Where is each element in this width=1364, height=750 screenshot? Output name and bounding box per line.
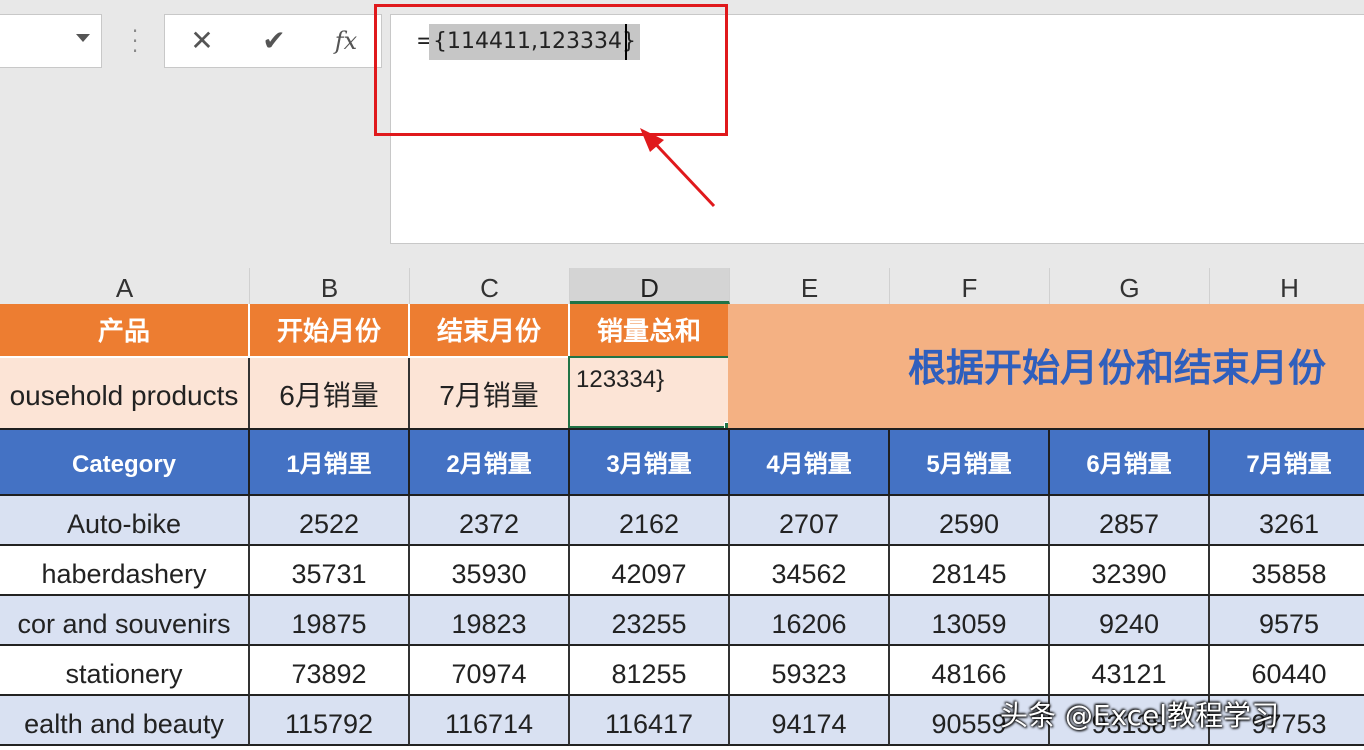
table-cell[interactable]: 35930 (410, 546, 570, 596)
watermark: 头条 @Excel教程学习 (1000, 699, 1280, 732)
table-cell[interactable]: stationery (0, 646, 250, 696)
column-header-d[interactable]: D (570, 268, 730, 304)
table-cell[interactable]: 2857 (1050, 496, 1210, 546)
table-cell[interactable]: 9575 (1210, 596, 1364, 646)
table-cell[interactable]: haberdashery (0, 546, 250, 596)
table-cell[interactable]: 2162 (570, 496, 730, 546)
column-header-c[interactable]: C (410, 268, 570, 304)
table-header-cell[interactable]: 4月销量 (730, 428, 890, 496)
table-cell[interactable]: cor and souvenirs (0, 596, 250, 646)
table-cell[interactable]: 115792 (250, 696, 410, 746)
table-cell[interactable]: 43121 (1050, 646, 1210, 696)
cell-sales-sum-header[interactable]: 销量总和 (570, 304, 730, 358)
annotation-arrow-icon (640, 128, 716, 208)
table-cell[interactable]: 28145 (890, 546, 1050, 596)
table-header-cell[interactable]: 7月销量 (1210, 428, 1364, 496)
column-header-e[interactable]: E (730, 268, 890, 304)
table-cell[interactable]: 35858 (1210, 546, 1364, 596)
table-cell[interactable]: 81255 (570, 646, 730, 696)
table-cell[interactable]: 2372 (410, 496, 570, 546)
active-cell-d2[interactable]: 123334} (568, 356, 730, 428)
cell-end-month-header[interactable]: 结束月份 (410, 304, 570, 358)
table-cell[interactable]: 42097 (570, 546, 730, 596)
table-cell[interactable]: 9240 (1050, 596, 1210, 646)
table-cell[interactable]: 59323 (730, 646, 890, 696)
cell-start-month-header[interactable]: 开始月份 (250, 304, 410, 358)
table-header-cell[interactable]: Category (0, 428, 250, 496)
column-header-h[interactable]: H (1210, 268, 1364, 304)
table-cell[interactable]: 60440 (1210, 646, 1364, 696)
table-cell[interactable]: 35731 (250, 546, 410, 596)
table-cell[interactable]: 32390 (1050, 546, 1210, 596)
table-cell[interactable]: 16206 (730, 596, 890, 646)
table-row: Auto-bike 2522 2372 2162 2707 2590 2857 … (0, 496, 1364, 546)
table-cell[interactable]: 2707 (730, 496, 890, 546)
cell-start-month-value[interactable]: 6月销量 (250, 358, 410, 428)
table-cell[interactable]: 116714 (410, 696, 570, 746)
cell-end-month-value[interactable]: 7月销量 (410, 358, 570, 428)
table-cell[interactable]: 73892 (250, 646, 410, 696)
table-cell[interactable]: 34562 (730, 546, 890, 596)
table-cell[interactable]: 19875 (250, 596, 410, 646)
table-header-cell[interactable]: 6月销量 (1050, 428, 1210, 496)
table-cell[interactable]: 48166 (890, 646, 1050, 696)
table-header-cell[interactable]: 2月销量 (410, 428, 570, 496)
table-cell[interactable]: 23255 (570, 596, 730, 646)
column-header-a[interactable]: A (0, 268, 250, 304)
table-cell[interactable]: 70974 (410, 646, 570, 696)
table-row: cor and souvenirs 19875 19823 23255 1620… (0, 596, 1364, 646)
table-header-cell[interactable]: 3月销量 (570, 428, 730, 496)
table-cell[interactable]: 2522 (250, 496, 410, 546)
table-cell[interactable]: 3261 (1210, 496, 1364, 546)
table-cell[interactable]: 94174 (730, 696, 890, 746)
cell-product-header[interactable]: 产品 (0, 304, 250, 358)
cell-product-value[interactable]: ousehold products (0, 358, 250, 428)
table-header-cell[interactable]: 1月销里 (250, 428, 410, 496)
merged-title-cell[interactable]: 根据开始月份和结束月份 (728, 304, 1364, 428)
column-header-g[interactable]: G (1050, 268, 1210, 304)
table-cell[interactable]: 13059 (890, 596, 1050, 646)
table-row: haberdashery 35731 35930 42097 34562 281… (0, 546, 1364, 596)
column-header-b[interactable]: B (250, 268, 410, 304)
table-cell[interactable]: 116417 (570, 696, 730, 746)
column-header-f[interactable]: F (890, 268, 1050, 304)
table-cell[interactable]: Auto-bike (0, 496, 250, 546)
table-row: stationery 73892 70974 81255 59323 48166… (0, 646, 1364, 696)
table-header-row: Category 1月销里 2月销量 3月销量 4月销量 5月销量 6月销量 7… (0, 428, 1364, 496)
table-cell[interactable]: 2590 (890, 496, 1050, 546)
table-header-cell[interactable]: 5月销量 (890, 428, 1050, 496)
table-cell[interactable]: ealth and beauty (0, 696, 250, 746)
table-cell[interactable]: 19823 (410, 596, 570, 646)
